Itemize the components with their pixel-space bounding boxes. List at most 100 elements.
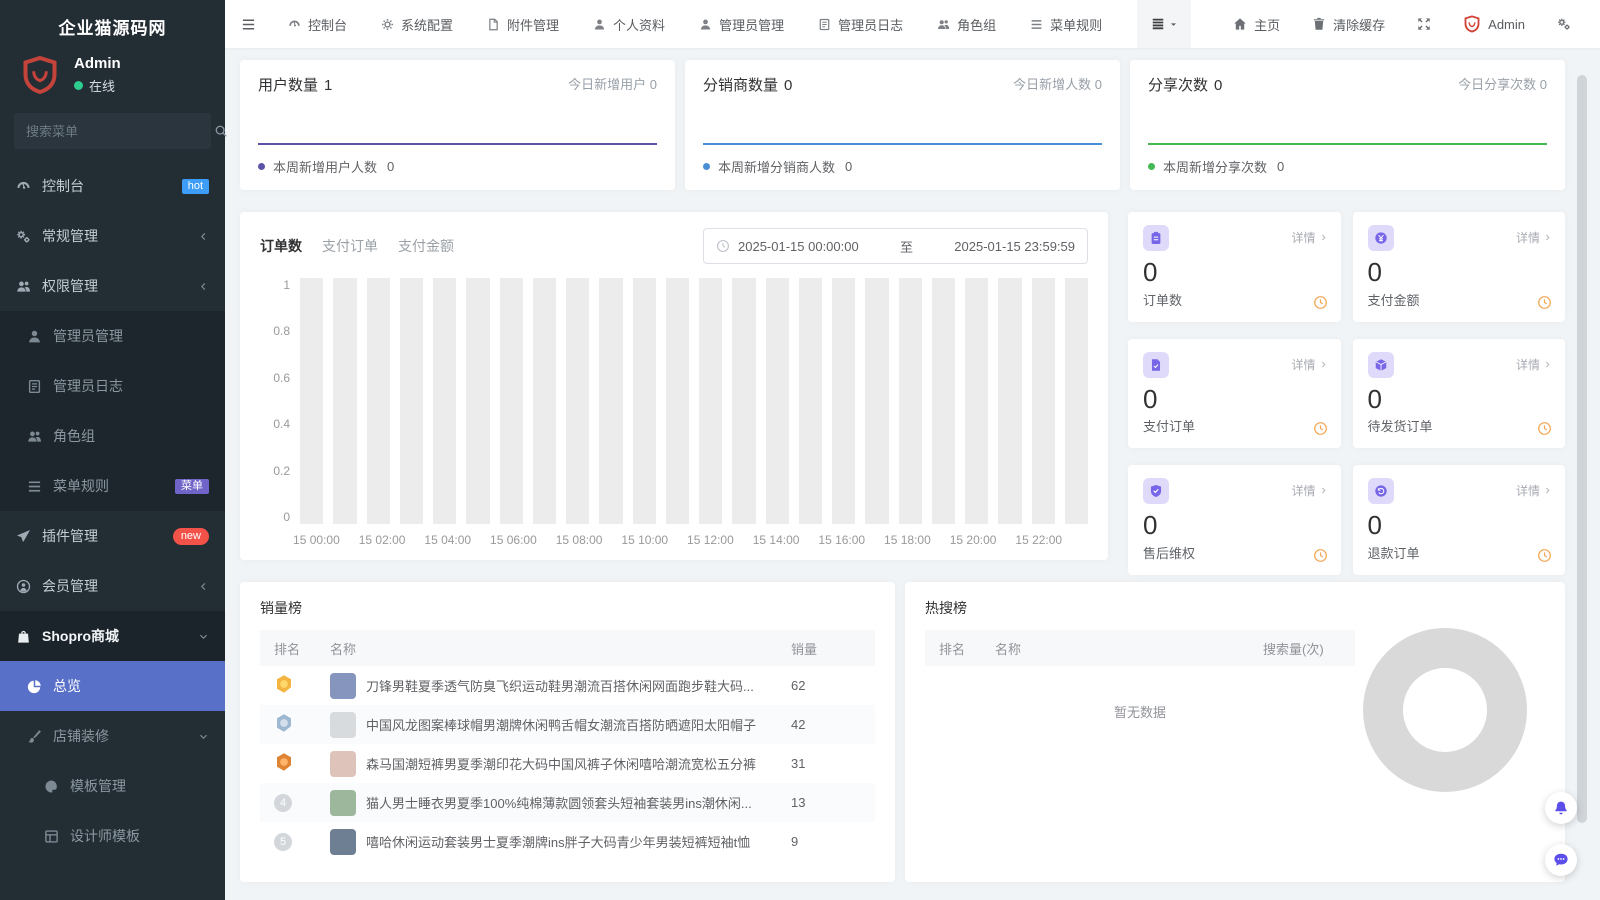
sidebar-item-admins[interactable]: 管理员管理 bbox=[0, 311, 225, 361]
sidebar-item-template[interactable]: 模板管理 bbox=[0, 761, 225, 811]
detail-link[interactable]: 详情 bbox=[1516, 356, 1552, 373]
date-start-input[interactable]: 2025-01-15 00:00:00 bbox=[738, 239, 859, 254]
product-thumbnail bbox=[330, 712, 356, 738]
navbar-tab-adminlog[interactable]: 管理员日志 bbox=[801, 0, 920, 48]
sidebar-item-label: 插件管理 bbox=[42, 526, 162, 546]
sidebar-item-label: 权限管理 bbox=[42, 276, 187, 296]
sidebar-item-label: 控制台 bbox=[42, 176, 171, 196]
summary-title: 用户数量1 bbox=[258, 74, 332, 95]
navbar-tab-menurule[interactable]: 菜单规则 bbox=[1013, 0, 1119, 48]
sales-value: 31 bbox=[791, 756, 861, 771]
chart-bar bbox=[599, 278, 622, 524]
sidebar-item-general[interactable]: 常规管理 bbox=[0, 211, 225, 261]
user-status[interactable]: 在线 bbox=[74, 76, 121, 95]
chart-bar bbox=[965, 278, 988, 524]
sales-value: 9 bbox=[791, 834, 861, 849]
clock-icon bbox=[716, 239, 730, 253]
sales-table-row[interactable]: 4猫人男士睡衣男夏季100%纯棉薄款圆领套头短袖套装男ins潮休闲...13 bbox=[260, 783, 875, 822]
sidebar-item-decorate[interactable]: 店铺装修 bbox=[0, 711, 225, 761]
sidebar-item-member[interactable]: 会员管理 bbox=[0, 561, 225, 611]
tabs-dropdown-button[interactable] bbox=[1137, 0, 1191, 48]
detail-link[interactable]: 详情 bbox=[1291, 482, 1327, 499]
sidebar-item-label: 会员管理 bbox=[42, 576, 187, 596]
sidebar-item-addon[interactable]: 插件管理new bbox=[0, 511, 225, 561]
admin-user-label: Admin bbox=[1488, 17, 1525, 32]
sales-table-row[interactable]: 中国风龙图案棒球帽男潮牌休闲鸭舌帽女潮流百搭防晒遮阳太阳帽子42 bbox=[260, 705, 875, 744]
clock-icon bbox=[1537, 548, 1552, 563]
settings-button[interactable] bbox=[1541, 0, 1587, 48]
clock-icon bbox=[1313, 548, 1328, 563]
menu-search-input[interactable] bbox=[14, 124, 214, 139]
navbar-tab-admins[interactable]: 管理员管理 bbox=[682, 0, 801, 48]
admin-user-menu[interactable]: Admin bbox=[1447, 0, 1541, 48]
stat-value: 0 bbox=[1143, 511, 1326, 540]
navbar-tab-attachment[interactable]: 附件管理 bbox=[470, 0, 576, 48]
chart-tabs: 订单数支付订单支付金额 bbox=[260, 236, 454, 256]
stat-icon-badge bbox=[1143, 225, 1169, 251]
fullscreen-button[interactable] bbox=[1401, 0, 1447, 48]
sidebar-item-designer[interactable]: 设计师模板 bbox=[0, 811, 225, 861]
sidebar-toggle-button[interactable] bbox=[225, 0, 271, 48]
navbar-tab-config[interactable]: 系统配置 bbox=[364, 0, 470, 48]
chevron-right-icon bbox=[1319, 360, 1328, 369]
notification-button[interactable] bbox=[1545, 792, 1577, 824]
detail-link[interactable]: 详情 bbox=[1291, 356, 1327, 373]
detail-link[interactable]: 详情 bbox=[1516, 229, 1552, 246]
sales-table-row[interactable]: 森马国潮短裤男夏季潮印花大码中国风裤子休闲嘻哈潮流宽松五分裤31 bbox=[260, 744, 875, 783]
product-thumbnail bbox=[330, 829, 356, 855]
chat-button[interactable] bbox=[1545, 844, 1577, 876]
x-tick-label: 15 10:00 bbox=[621, 533, 668, 547]
sales-table-row[interactable]: 刀锋男鞋夏季透气防臭飞织运动鞋男潮流百搭休闲网面跑步鞋大码...62 bbox=[260, 666, 875, 705]
detail-link[interactable]: 详情 bbox=[1291, 229, 1327, 246]
chevron-left-icon bbox=[198, 231, 209, 242]
sales-table-row[interactable]: 5嘻哈休闲运动套装男士夏季潮牌ins胖子大码青少年男装短裤短袖t恤9 bbox=[260, 822, 875, 861]
chart-tab-0[interactable]: 订单数 bbox=[260, 236, 302, 256]
sidebar-menu: 控制台hot常规管理权限管理管理员管理管理员日志角色组菜单规则菜单插件管理new… bbox=[0, 161, 225, 861]
stat-label: 订单数 bbox=[1143, 290, 1326, 309]
clock-icon bbox=[1313, 295, 1328, 310]
chart-x-axis: 15 00:0015 02:0015 04:0015 06:0015 08:00… bbox=[300, 524, 1088, 550]
sidebar-item-adminlog[interactable]: 管理员日志 bbox=[0, 361, 225, 411]
bag-icon bbox=[16, 629, 31, 644]
clear-cache-button[interactable]: 清除缓存 bbox=[1296, 0, 1401, 48]
sidebar-item-shopro[interactable]: Shopro商城 bbox=[0, 611, 225, 661]
user-icon bbox=[27, 329, 42, 344]
navbar-tab-label: 角色组 bbox=[957, 15, 996, 34]
navbar-tab-label: 管理员日志 bbox=[838, 15, 903, 34]
log-icon bbox=[818, 18, 831, 31]
doccheck-icon bbox=[1149, 358, 1163, 372]
detail-link[interactable]: 详情 bbox=[1516, 482, 1552, 499]
sidebar-item-auth[interactable]: 权限管理 bbox=[0, 261, 225, 311]
users-icon bbox=[27, 429, 42, 444]
navbar-tab-profile[interactable]: 个人资料 bbox=[576, 0, 682, 48]
date-range-picker[interactable]: 2025-01-15 00:00:00 至 2025-01-15 23:59:5… bbox=[703, 228, 1088, 264]
sidebar-item-rolegroup[interactable]: 角色组 bbox=[0, 411, 225, 461]
chart-tab-2[interactable]: 支付金额 bbox=[398, 236, 454, 256]
chart-tab-1[interactable]: 支付订单 bbox=[322, 236, 378, 256]
chart-bar bbox=[433, 278, 456, 524]
sidebar-item-menurule[interactable]: 菜单规则菜单 bbox=[0, 461, 225, 511]
sidebar-item-overview[interactable]: 总览 bbox=[0, 661, 225, 711]
stat-value: 0 bbox=[1143, 258, 1326, 287]
stat-card-0: 详情 0 订单数 bbox=[1128, 212, 1341, 322]
gear-icon bbox=[381, 18, 394, 31]
navbar-tab-rolegroup[interactable]: 角色组 bbox=[920, 0, 1013, 48]
admin-avatar-shield-icon bbox=[1463, 15, 1481, 33]
clock-icon bbox=[1537, 295, 1552, 310]
chevron-down-icon bbox=[198, 731, 209, 742]
chart-plot-area bbox=[300, 278, 1088, 524]
plane-icon bbox=[16, 529, 31, 544]
gears-icon bbox=[16, 229, 31, 244]
sidebar-item-label: 菜单规则 bbox=[53, 476, 164, 496]
refund-icon bbox=[1374, 484, 1388, 498]
navbar-tab-console[interactable]: 控制台 bbox=[271, 0, 364, 48]
gold-medal-icon bbox=[274, 674, 294, 694]
home-button[interactable]: 主页 bbox=[1217, 0, 1296, 48]
x-tick-label: 15 02:00 bbox=[359, 533, 406, 547]
sidebar-item-console[interactable]: 控制台hot bbox=[0, 161, 225, 211]
vertical-scrollbar[interactable] bbox=[1577, 75, 1587, 823]
y-tick-label: 1 bbox=[283, 278, 290, 292]
summary-trend-line bbox=[703, 143, 1102, 145]
date-end-input[interactable]: 2025-01-15 23:59:59 bbox=[954, 239, 1075, 254]
chart-bar bbox=[666, 278, 689, 524]
